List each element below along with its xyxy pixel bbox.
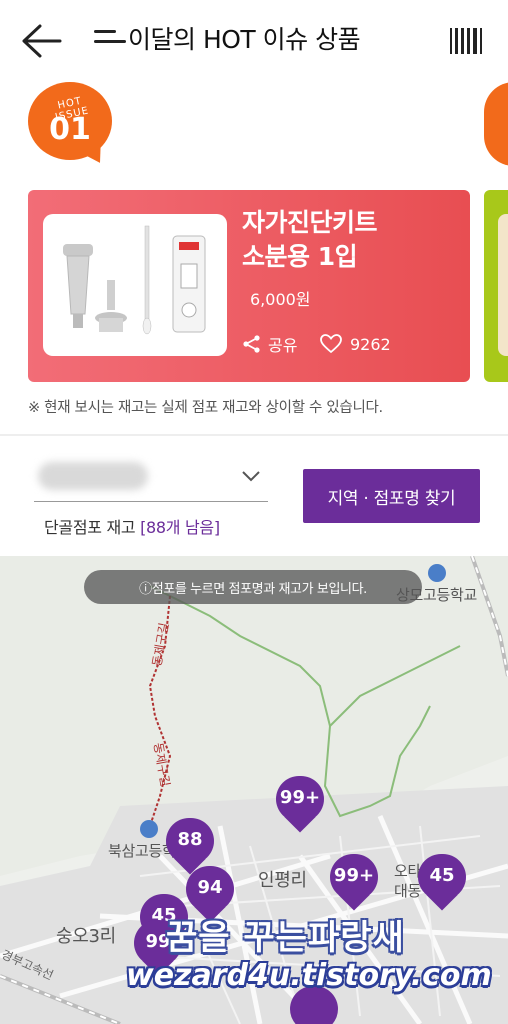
map-label-school-top: 상모고등학교 [396,586,478,604]
stock-info: 단골점포 재고 [88개 남음] [44,514,220,538]
map-label-village-2: 숭오3리 [56,926,116,947]
stock-label: 단골점포 재고 [44,518,136,537]
share-icon [243,335,260,353]
divider [0,434,508,436]
map-label-village-3-line2: 대동 [394,882,422,900]
school-icon [140,820,158,838]
heart-icon [320,334,342,354]
hot-issue-number: 01 [49,112,91,147]
store-name-blurred [38,462,148,490]
school-icon [428,564,446,582]
store-select[interactable] [34,456,268,502]
next-issue-badge [484,82,508,166]
map-label-village-1: 인평리 [258,870,307,891]
header: 이달의 HOT 이슈 상품 [0,0,508,82]
product-name-line2: 소분용 1입 [242,242,358,271]
map-tip: ⓘ점포를 누르면 점포명과 재고가 보입니다. [84,570,422,604]
page-title: 이달의 HOT 이슈 상품 [128,25,361,54]
product-name: 자가진단키트 소분용 1입 [242,206,462,274]
store-pin[interactable]: 99+ [276,776,324,833]
chevron-down-icon [242,471,260,482]
barcode-icon[interactable] [450,28,482,54]
product-card[interactable]: 자가진단키트 소분용 1입 6,000원 공유 9262 [28,190,470,382]
share-button[interactable]: 공유 [242,332,297,356]
hot-issue-badge: HOT ISSUE 01 [28,82,114,168]
product-name-line1: 자가진단키트 [242,208,378,237]
store-pin[interactable]: 99+ [330,854,378,911]
watermark-title: 꿈을 꾸는파랑새 [166,918,405,958]
next-product-card[interactable] [484,190,508,382]
product-price: 6,000원 [250,290,311,309]
watermark-url: wezard4u.tistory.com [126,958,492,993]
back-arrow-icon[interactable] [20,22,64,60]
find-store-button[interactable]: 지역 · 점포명 찾기 [303,469,480,523]
page: 이달의 HOT 이슈 상품 HOT ISSUE 01 자가진단키트 소분용 1입… [0,0,508,1024]
menu-icon[interactable] [94,30,128,52]
product-image [43,214,227,356]
share-label: 공유 [268,336,298,355]
stock-count: [88개 남음] [140,518,220,537]
stock-notice: ※ 현재 보시는 재고는 실제 점포 재고와 상이할 수 있습니다. [28,400,383,416]
map-label-village-3-line1: 오타 [394,862,422,880]
like-count: 9262 [350,334,391,354]
store-pin[interactable]: 45 [418,854,466,911]
like-button[interactable]: 9262 [320,332,391,356]
